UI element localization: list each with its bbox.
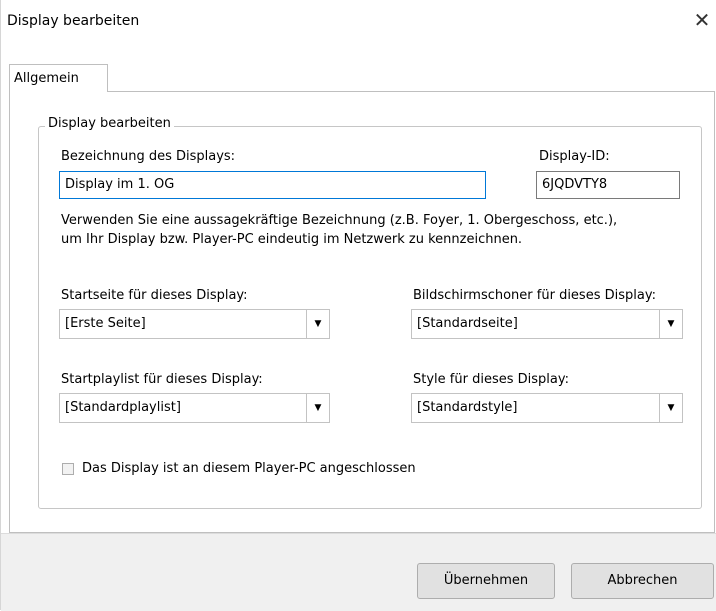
connected-checkbox-label[interactable]: Das Display ist an diesem Player-PC ange… [82,461,416,476]
style-label: Style für dieses Display: [413,372,569,387]
close-button[interactable]: ✕ [689,8,715,34]
edit-display-dialog: Display bearbeiten ✕ Allgemein Display b… [0,0,716,611]
chevron-down-icon[interactable]: ▼ [306,310,329,338]
groupbox-title: Display bearbeiten [45,116,174,131]
startpage-label: Startseite für dieses Display: [61,288,248,303]
style-value: [Standardstyle] [417,400,518,415]
tab-general[interactable]: Allgemein [9,64,108,92]
dialog-title: Display bearbeiten [7,13,140,29]
playlist-label: Startplaylist für dieses Display: [61,372,263,387]
playlist-value: [Standardplaylist] [65,400,181,415]
screensaver-select[interactable]: [Standardseite] ▼ [411,309,683,339]
chevron-down-icon[interactable]: ▼ [659,394,682,422]
tab-strip: Allgemein [1,44,716,92]
screensaver-value: [Standardseite] [417,316,518,331]
screensaver-label: Bildschirmschoner für dieses Display: [413,288,656,303]
close-icon: ✕ [693,8,711,32]
display-id-label: Display-ID: [539,149,610,164]
hint-text-line-1: Verwenden Sie eine aussagekräftige Bezei… [61,213,618,228]
hint-text-line-2: um Ihr Display bzw. Player-PC eindeutig … [61,232,523,247]
chevron-down-icon[interactable]: ▼ [659,310,682,338]
display-name-input[interactable]: Display im 1. OG [59,171,486,199]
cancel-button[interactable]: Abbrechen [571,563,714,599]
chevron-down-icon[interactable]: ▼ [306,394,329,422]
startpage-value: [Erste Seite] [65,316,146,331]
title-bar: Display bearbeiten ✕ [1,0,716,44]
playlist-select[interactable]: [Standardplaylist] ▼ [59,393,330,423]
connected-checkbox[interactable] [62,463,74,475]
apply-button[interactable]: Übernehmen [417,563,555,599]
display-name-label: Bezeichnung des Displays: [61,149,236,164]
style-select[interactable]: [Standardstyle] ▼ [411,393,683,423]
tab-general-label: Allgemein [14,71,79,86]
startpage-select[interactable]: [Erste Seite] ▼ [59,309,330,339]
display-id-field[interactable]: 6JQDVTY8 [536,171,680,199]
